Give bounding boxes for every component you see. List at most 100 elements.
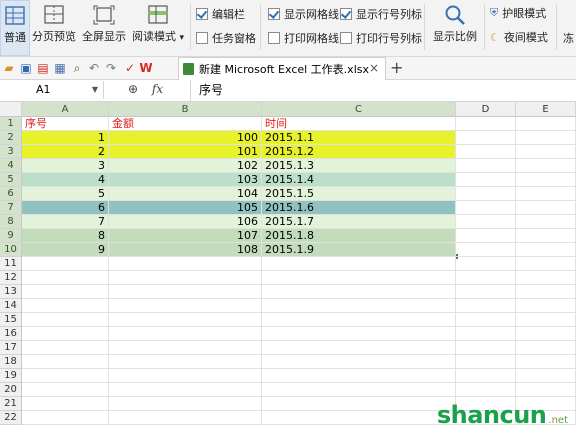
- open-folder-icon[interactable]: ▰: [2, 61, 16, 75]
- row-header[interactable]: 9: [0, 229, 22, 243]
- row-header[interactable]: 16: [0, 327, 22, 341]
- table-cell[interactable]: [516, 131, 576, 145]
- print-gridlines-toggle[interactable]: 打印网格线: [268, 30, 339, 46]
- table-cell[interactable]: 1: [22, 131, 109, 145]
- table-cell[interactable]: 107: [109, 229, 262, 243]
- table-cell[interactable]: [456, 131, 516, 145]
- table-cell[interactable]: [262, 383, 456, 397]
- table-cell[interactable]: [109, 355, 262, 369]
- table-cell[interactable]: [516, 383, 576, 397]
- table-cell[interactable]: [22, 411, 109, 425]
- table-cell[interactable]: [516, 257, 576, 271]
- row-header[interactable]: 22: [0, 411, 22, 425]
- table-cell[interactable]: 3: [22, 159, 109, 173]
- table-cell[interactable]: [262, 411, 456, 425]
- print-preview-icon[interactable]: ⌕: [70, 61, 84, 75]
- table-cell[interactable]: [262, 327, 456, 341]
- table-cell[interactable]: 2015.1.2: [262, 145, 456, 159]
- table-cell[interactable]: [516, 117, 576, 131]
- zoom-in-icon[interactable]: ⊕: [128, 82, 138, 96]
- table-cell[interactable]: [262, 299, 456, 313]
- table-cell[interactable]: 2: [22, 145, 109, 159]
- table-cell[interactable]: [22, 369, 109, 383]
- night-mode-button[interactable]: ☾ 夜间模式: [490, 29, 548, 45]
- reading-mode-button[interactable]: 阅读模式 ▾: [130, 0, 186, 54]
- export-pdf-icon[interactable]: ▤: [36, 61, 50, 75]
- table-cell[interactable]: 101: [109, 145, 262, 159]
- table-cell[interactable]: [109, 313, 262, 327]
- table-cell[interactable]: [109, 369, 262, 383]
- table-cell[interactable]: 9: [22, 243, 109, 257]
- table-cell[interactable]: [456, 229, 516, 243]
- table-cell[interactable]: [516, 355, 576, 369]
- table-cell[interactable]: 2015.1.9: [262, 243, 456, 257]
- row-header[interactable]: 7: [0, 201, 22, 215]
- table-cell[interactable]: [456, 215, 516, 229]
- table-cell[interactable]: [109, 257, 262, 271]
- table-cell[interactable]: [109, 411, 262, 425]
- table-cell[interactable]: [456, 285, 516, 299]
- name-box[interactable]: A1 ▼: [0, 81, 104, 99]
- table-cell[interactable]: [456, 243, 516, 257]
- table-cell[interactable]: [109, 383, 262, 397]
- table-cell[interactable]: [456, 257, 516, 271]
- table-cell[interactable]: [109, 299, 262, 313]
- table-cell[interactable]: [456, 327, 516, 341]
- table-cell[interactable]: [516, 201, 576, 215]
- fx-icon[interactable]: fx: [152, 82, 163, 96]
- page-break-preview-button[interactable]: 分页预览: [30, 0, 78, 54]
- table-cell[interactable]: [516, 299, 576, 313]
- document-tab[interactable]: 新建 Microsoft Excel 工作表.xlsx ×: [178, 57, 386, 80]
- table-cell[interactable]: 2015.1.1: [262, 131, 456, 145]
- row-header[interactable]: 3: [0, 145, 22, 159]
- format-painter-icon[interactable]: ✓: [123, 61, 137, 75]
- row-header[interactable]: 6: [0, 187, 22, 201]
- row-header[interactable]: 19: [0, 369, 22, 383]
- new-tab-button[interactable]: +: [390, 58, 403, 77]
- table-cell[interactable]: 100: [109, 131, 262, 145]
- wps-logo-icon[interactable]: W: [139, 61, 153, 75]
- table-cell[interactable]: 2015.1.4: [262, 173, 456, 187]
- table-cell[interactable]: [516, 243, 576, 257]
- table-cell[interactable]: [516, 187, 576, 201]
- column-header[interactable]: D: [456, 102, 516, 117]
- table-cell[interactable]: 102: [109, 159, 262, 173]
- row-header[interactable]: 11: [0, 257, 22, 271]
- full-screen-button[interactable]: 全屏显示: [80, 0, 128, 54]
- row-header[interactable]: 5: [0, 173, 22, 187]
- table-cell[interactable]: 2015.1.7: [262, 215, 456, 229]
- table-cell[interactable]: [516, 313, 576, 327]
- row-header[interactable]: 4: [0, 159, 22, 173]
- table-cell[interactable]: [22, 397, 109, 411]
- table-cell[interactable]: [516, 229, 576, 243]
- column-header[interactable]: C: [262, 102, 456, 117]
- freeze-panes-button[interactable]: 冻: [563, 30, 574, 46]
- table-cell[interactable]: [22, 355, 109, 369]
- task-pane-toggle[interactable]: 任务窗格: [196, 30, 256, 46]
- table-cell[interactable]: [456, 341, 516, 355]
- normal-view-button[interactable]: 普通: [0, 0, 30, 56]
- table-cell[interactable]: 2015.1.8: [262, 229, 456, 243]
- table-cell[interactable]: [516, 145, 576, 159]
- table-cell[interactable]: 105: [109, 201, 262, 215]
- table-cell[interactable]: [262, 257, 456, 271]
- show-gridlines-toggle[interactable]: 显示网格线: [268, 6, 339, 22]
- row-header[interactable]: 2: [0, 131, 22, 145]
- table-cell[interactable]: [109, 341, 262, 355]
- table-cell[interactable]: [262, 285, 456, 299]
- row-header[interactable]: 13: [0, 285, 22, 299]
- table-cell[interactable]: [109, 397, 262, 411]
- table-cell[interactable]: [22, 285, 109, 299]
- table-cell[interactable]: 时间: [262, 117, 456, 131]
- row-header[interactable]: 14: [0, 299, 22, 313]
- table-cell[interactable]: [109, 327, 262, 341]
- table-cell[interactable]: 序号: [22, 117, 109, 131]
- table-cell[interactable]: 2015.1.5: [262, 187, 456, 201]
- table-cell[interactable]: [456, 355, 516, 369]
- formula-input[interactable]: 序号: [190, 80, 576, 101]
- table-cell[interactable]: [456, 117, 516, 131]
- table-cell[interactable]: [516, 327, 576, 341]
- table-cell[interactable]: [456, 145, 516, 159]
- table-cell[interactable]: [456, 369, 516, 383]
- row-header[interactable]: 18: [0, 355, 22, 369]
